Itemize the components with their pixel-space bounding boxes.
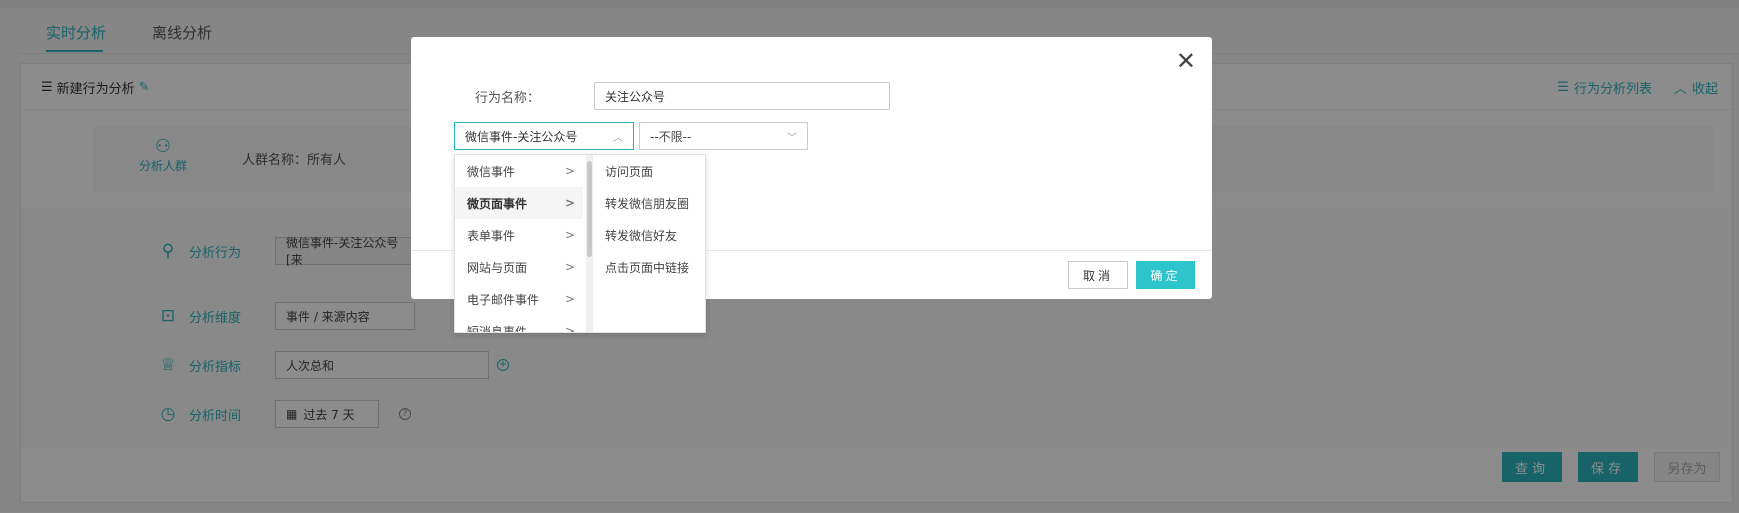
category-column: 微信事件 > 微页面事件 > 表单事件 > 网站与页面 > 电子邮件事件 > 短消息事件 >: [455, 155, 591, 332]
chevron-right-icon: >: [564, 164, 575, 178]
event-cascader-value: 微信事件-关注公众号: [465, 129, 578, 144]
category-label: 短消息事件: [467, 324, 528, 333]
chevron-down-icon: ﹀: [787, 132, 797, 144]
condition-select-value: --不限--: [650, 129, 692, 144]
category-item[interactable]: 微信事件 >: [455, 155, 583, 187]
category-item[interactable]: 表单事件 >: [455, 219, 583, 251]
chevron-up-icon: ︿: [613, 132, 623, 144]
chevron-right-icon: >: [564, 260, 575, 274]
behavior-name-label: 行为名称：: [475, 91, 541, 106]
category-item[interactable]: 网站与页面 >: [455, 251, 583, 283]
behavior-name-input[interactable]: 关注公众号: [594, 82, 890, 110]
category-label: 微页面事件: [467, 196, 528, 211]
chevron-right-icon: >: [564, 228, 575, 242]
event-cascader[interactable]: 微信事件-关注公众号 ︿: [454, 122, 634, 150]
category-label: 表单事件: [467, 228, 516, 243]
subevent-column: 访问页面 转发微信朋友圈 转发微信好友 点击页面中链接: [592, 155, 705, 332]
confirm-button[interactable]: 确定: [1136, 261, 1195, 289]
subevent-item[interactable]: 转发微信朋友圈: [593, 187, 705, 219]
category-label: 微信事件: [467, 164, 516, 179]
subevent-item[interactable]: 转发微信好友: [593, 219, 705, 251]
chevron-right-icon: >: [564, 196, 575, 210]
subevent-item[interactable]: 访问页面: [593, 155, 705, 187]
close-icon[interactable]: ✕: [1176, 49, 1196, 73]
category-item[interactable]: 电子邮件事件 >: [455, 283, 583, 315]
subevent-item[interactable]: 点击页面中链接: [593, 251, 705, 283]
category-item[interactable]: 短消息事件 >: [455, 315, 583, 333]
category-label: 网站与页面: [467, 260, 528, 275]
chevron-right-icon: >: [564, 292, 575, 306]
cascader-dropdown: 微信事件 > 微页面事件 > 表单事件 > 网站与页面 > 电子邮件事件 > 短消息事件 >…: [454, 154, 706, 333]
category-label: 电子邮件事件: [467, 292, 540, 307]
condition-select[interactable]: --不限-- ﹀: [639, 122, 808, 150]
cancel-button[interactable]: 取消: [1068, 261, 1128, 289]
category-item[interactable]: 微页面事件 >: [455, 187, 583, 219]
chevron-right-icon: >: [564, 324, 575, 333]
